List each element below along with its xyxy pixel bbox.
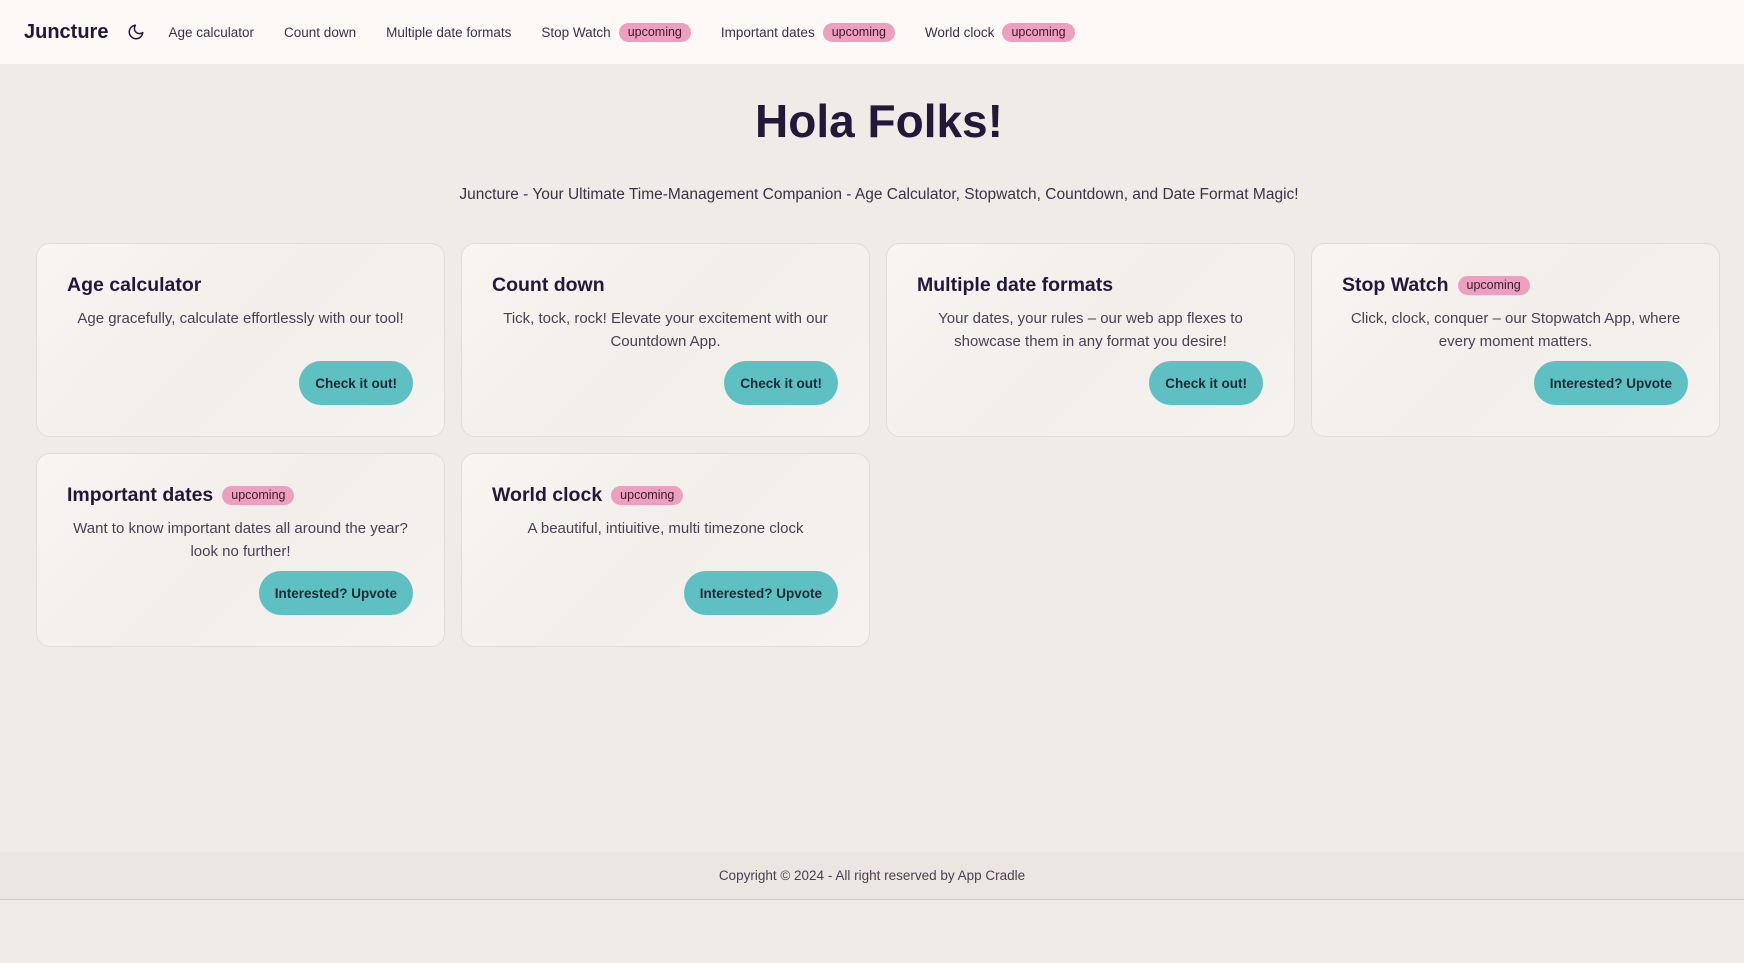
nav-item-count-down[interactable]: Count down — [284, 25, 356, 40]
card-header: Stop Watch upcoming — [1342, 274, 1689, 297]
upcoming-badge: upcoming — [618, 22, 691, 42]
nav-item-label: Important dates — [720, 24, 815, 40]
app-cards-grid: Age calculator Age gracefully, calculate… — [36, 243, 1722, 647]
card-title: Age calculator — [67, 274, 202, 296]
upcoming-badge: upcoming — [611, 486, 684, 505]
card-multiple-date-formats: Multiple date formats Your dates, your r… — [886, 243, 1295, 437]
card-header: Count down — [492, 274, 839, 297]
card-title: Stop Watch — [1342, 274, 1449, 296]
nav-item-age-calculator[interactable]: Age calculator — [168, 25, 254, 40]
card-description: Tick, tock, rock! Elevate your excitemen… — [503, 310, 828, 350]
check-it-out-button[interactable]: Check it out! — [724, 361, 838, 405]
page-subtitle: Juncture - Your Ultimate Time-Management… — [459, 186, 1299, 203]
upvote-button[interactable]: Interested? Upvote — [1533, 361, 1688, 405]
card-stop-watch: Stop Watch upcoming Click, clock, conque… — [1311, 243, 1720, 437]
card-header: World clock upcoming — [492, 484, 839, 507]
card-description: A beautiful, intiuitive, multi timezone … — [527, 520, 804, 537]
upcoming-badge: upcoming — [222, 486, 295, 505]
card-title: Count down — [492, 274, 605, 296]
card-age-calculator: Age calculator Age gracefully, calculate… — [36, 243, 445, 437]
check-it-out-button[interactable]: Check it out! — [1149, 361, 1263, 405]
theme-toggle-button[interactable] — [124, 20, 148, 44]
card-title: Important dates — [67, 484, 214, 506]
card-world-clock: World clock upcoming A beautiful, intiui… — [461, 453, 870, 647]
nav-item-label: Count down — [284, 24, 357, 40]
upcoming-badge: upcoming — [1002, 22, 1075, 42]
upcoming-badge: upcoming — [822, 22, 895, 42]
card-header: Age calculator — [67, 274, 414, 297]
footer: Copyright © 2024 - All right reserved by… — [0, 852, 1744, 900]
card-description: Age gracefully, calculate effortlessly w… — [77, 310, 404, 327]
card-description: Your dates, your rules – our web app fle… — [938, 310, 1243, 350]
card-description: Want to know important dates all around … — [73, 520, 408, 560]
card-important-dates: Important dates upcoming Want to know im… — [36, 453, 445, 647]
nav-item-important-dates[interactable]: Important dates upcoming — [720, 22, 895, 42]
nav-item-label: Age calculator — [168, 24, 255, 40]
card-header: Multiple date formats — [917, 274, 1264, 297]
nav-item-label: Stop Watch — [541, 24, 611, 40]
nav-item-label: World clock — [924, 24, 995, 40]
nav-item-label: Multiple date formats — [386, 24, 512, 40]
card-count-down: Count down Tick, tock, rock! Elevate you… — [461, 243, 870, 437]
copyright-text: Copyright © 2024 - All right reserved by… — [718, 868, 1026, 883]
card-description: Click, clock, conquer – our Stopwatch Ap… — [1350, 310, 1681, 350]
moon-icon — [129, 24, 144, 40]
brand-logo[interactable]: Juncture — [24, 21, 108, 44]
nav-item-multiple-date-formats[interactable]: Multiple date formats — [386, 25, 511, 40]
card-title: Multiple date formats — [917, 274, 1114, 296]
nav-item-stop-watch[interactable]: Stop Watch upcoming — [541, 22, 691, 42]
card-header: Important dates upcoming — [67, 484, 414, 507]
check-it-out-button[interactable]: Check it out! — [299, 361, 413, 405]
page-title: Hola Folks! — [755, 95, 1003, 147]
upvote-button[interactable]: Interested? Upvote — [258, 571, 413, 615]
nav-item-world-clock[interactable]: World clock upcoming — [924, 22, 1075, 42]
nav-menu: Age calculator Count down Multiple date … — [168, 22, 1104, 42]
card-title: World clock — [492, 484, 603, 506]
upvote-button[interactable]: Interested? Upvote — [683, 571, 838, 615]
upcoming-badge: upcoming — [1457, 276, 1530, 295]
navbar: Juncture Age calculator Count down Multi… — [0, 0, 1744, 64]
